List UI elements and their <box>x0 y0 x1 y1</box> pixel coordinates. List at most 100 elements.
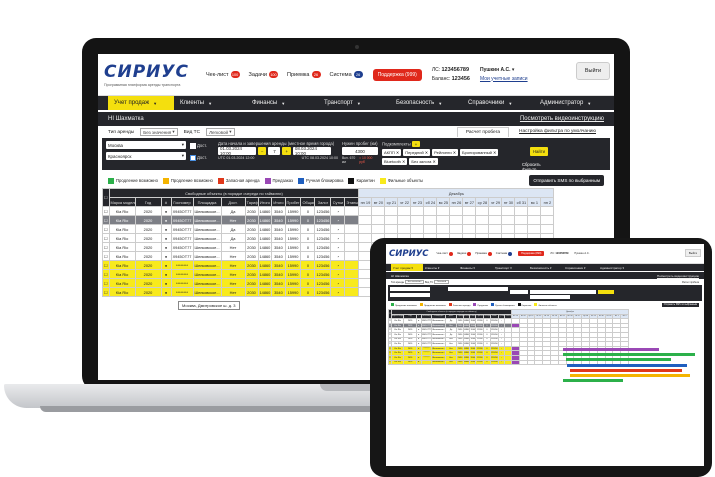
city-select-1[interactable]: Москва ▾ <box>106 141 186 149</box>
user-menu[interactable]: Пушкин А.С. ▾ Мои учетные записи <box>480 66 528 84</box>
calendar-cell[interactable] <box>423 215 438 225</box>
tablet-header-nav-item[interactable]: Чек-лист <box>437 251 453 256</box>
stage-icon[interactable]: ◔ <box>330 233 346 243</box>
user-accounts-link[interactable]: Мои учетные записи <box>480 75 528 84</box>
tablet-city-select-1[interactable] <box>390 287 430 291</box>
tablet-calendar-cell[interactable] <box>511 359 520 366</box>
column-header[interactable]: Итого <box>271 197 286 207</box>
column-header[interactable]: Марка модель <box>108 197 136 207</box>
tablet-calendar-cell[interactable] <box>534 359 544 366</box>
logout-button[interactable]: Выйти <box>576 62 610 80</box>
stage-icon[interactable]: ◔ <box>330 260 346 270</box>
tablet-menu-item[interactable]: Финансы ▾ <box>458 264 493 271</box>
calendar-cell[interactable] <box>423 206 438 216</box>
tab-mileage-calc[interactable]: Расчет пробега <box>456 127 510 137</box>
date-start-input[interactable]: 01.03.2024 10:00 <box>218 146 256 156</box>
calendar-cell[interactable] <box>527 224 542 234</box>
header-nav-item[interactable]: Система 26 <box>330 71 363 78</box>
gantt-bar[interactable] <box>566 358 671 361</box>
calendar-cell[interactable] <box>358 206 373 216</box>
tablet-calendar-cell[interactable] <box>526 359 536 366</box>
calendar-cell[interactable] <box>475 206 490 216</box>
calendar-cell[interactable] <box>527 206 542 216</box>
tablet-menu-item[interactable]: Клиенты ▾ <box>423 264 458 271</box>
stage-icon[interactable]: ◔ <box>330 224 346 234</box>
tablet-vehicle-type-select[interactable]: Легковой <box>433 280 450 284</box>
calendar-cell[interactable] <box>358 224 373 234</box>
header-nav-item[interactable]: Чек-лист 100 <box>206 71 240 78</box>
calendar-cell[interactable] <box>501 224 516 234</box>
vehicle-type-select[interactable]: Легковой ▾ <box>206 128 235 136</box>
calendar-cell[interactable] <box>449 215 464 225</box>
calendar-cell[interactable] <box>488 224 503 234</box>
calendar-cell[interactable] <box>371 224 386 234</box>
menu-item[interactable]: Администратор ▼ <box>534 96 606 110</box>
column-header[interactable]: Год <box>134 197 162 207</box>
calendar-cell[interactable] <box>423 224 438 234</box>
equipment-tag[interactable]: Без залога ✕ <box>409 158 438 165</box>
gantt-bar[interactable] <box>570 374 690 377</box>
stage-icon[interactable]: ◔ <box>330 242 346 252</box>
tablet-date-range[interactable] <box>448 287 508 291</box>
logo[interactable]: СИРИУС Программная платформа аренды тран… <box>104 62 192 87</box>
column-header[interactable]: # <box>160 197 172 207</box>
tablet-city-select-2[interactable] <box>390 293 430 297</box>
calendar-cell[interactable] <box>527 215 542 225</box>
tablet-tab-mileage[interactable]: Расчет пробега <box>682 281 699 284</box>
calendar-cell[interactable] <box>475 224 490 234</box>
city-select-2[interactable]: Красноярск ▾ <box>106 152 186 160</box>
reset-filter-link[interactable]: Сбросить фильтр <box>522 162 556 172</box>
stage-icon[interactable]: ◔ <box>330 269 346 279</box>
column-header[interactable]: Общая <box>300 197 316 207</box>
calendar-cell[interactable] <box>384 206 399 216</box>
column-header[interactable]: Залог <box>314 197 332 207</box>
calendar-cell[interactable] <box>397 215 412 225</box>
calendar-cell[interactable] <box>358 233 373 243</box>
tablet-menu-item[interactable]: Учет продаж ▾ <box>391 264 423 271</box>
calendar-cell[interactable] <box>501 215 516 225</box>
rent-type-select[interactable]: Без значения ▾ <box>140 128 178 136</box>
tablet-header-nav-item[interactable]: Приемка <box>475 251 492 256</box>
tablet-stage-icon[interactable]: ◔ <box>497 359 506 366</box>
column-header[interactable]: Итого <box>257 197 273 207</box>
equipment-tag[interactable]: Рейлинги ✕ <box>432 149 459 156</box>
calendar-cell[interactable] <box>410 206 425 216</box>
mileage-input[interactable]: 4300 <box>342 147 378 155</box>
tablet-menu-item[interactable]: Справочники ▾ <box>563 264 598 271</box>
calendar-cell[interactable] <box>514 224 529 234</box>
calendar-cell[interactable] <box>358 215 373 225</box>
menu-item[interactable]: Транспорт ▼ <box>318 96 390 110</box>
menu-item[interactable]: Безопасность ▼ <box>390 96 462 110</box>
tablet-user-name[interactable]: Пушкин А.С. <box>574 252 589 255</box>
equipment-tag[interactable]: АКПП ✕ <box>382 149 402 156</box>
stage-icon[interactable]: ◔ <box>330 287 346 297</box>
days-input[interactable]: 7 <box>268 147 281 155</box>
tablet-calendar-cell[interactable] <box>550 359 559 366</box>
calendar-cell[interactable] <box>540 215 555 225</box>
gantt-bar[interactable] <box>563 353 695 356</box>
calendar-cell[interactable] <box>462 215 477 225</box>
tablet-send-sms-button[interactable]: Отправить SMS по выбранным <box>661 303 699 307</box>
calendar-cell[interactable] <box>410 215 425 225</box>
table-row[interactable]: ☐ Kia Rio 2020 ● Х945ОТ77 Шелковское... Нет 203… <box>102 215 555 225</box>
calendar-cell[interactable] <box>384 224 399 234</box>
tablet-calendar-cell[interactable] <box>542 359 552 366</box>
header-nav-item[interactable]: Задачи 100 <box>249 71 278 78</box>
tablet-menu-item[interactable]: Администратор ▾ <box>598 264 633 271</box>
send-sms-button[interactable]: Отправить SMS по выбранным <box>529 175 604 186</box>
column-header[interactable]: Сутки <box>330 197 346 207</box>
calendar-cell[interactable] <box>436 224 451 234</box>
tablet-calendar-cell[interactable] <box>557 359 567 366</box>
calendar-cell[interactable] <box>397 206 412 216</box>
calendar-cell[interactable] <box>475 215 490 225</box>
calendar-cell[interactable] <box>384 215 399 225</box>
calendar-cell[interactable] <box>540 206 555 216</box>
filter-default-link[interactable]: Настройка фильтра по умолчанию <box>511 127 604 137</box>
calendar-cell[interactable] <box>514 215 529 225</box>
equipment-tag[interactable]: Бронированный ✕ <box>460 149 499 156</box>
calendar-cell[interactable] <box>449 224 464 234</box>
calendar-cell[interactable] <box>488 206 503 216</box>
equipment-tag[interactable]: Bluetooth ✕ <box>382 158 408 165</box>
tablet-support-button[interactable]: Поддержка (999) <box>518 251 545 256</box>
column-header[interactable]: Этапы <box>344 197 360 207</box>
